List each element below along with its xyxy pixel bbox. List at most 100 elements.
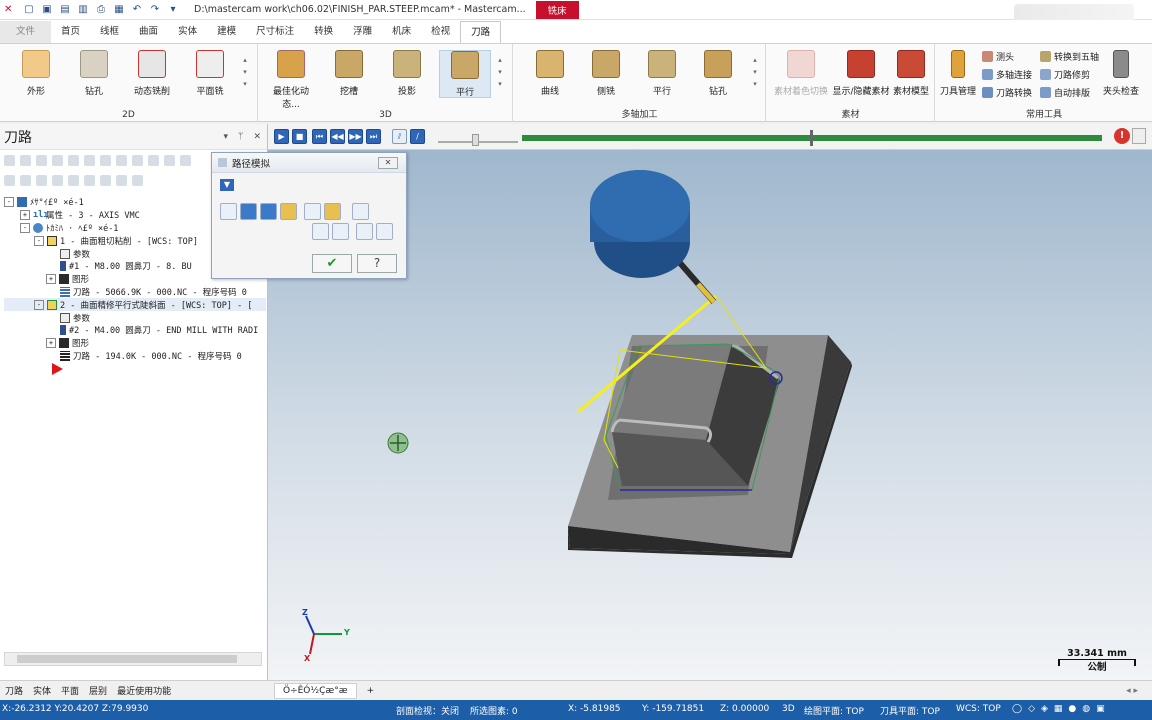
- post-icon[interactable]: [148, 154, 159, 166]
- stock-shading-button[interactable]: 素材着色切换: [771, 50, 831, 97]
- wcs-status[interactable]: WCS: TOP: [956, 704, 1001, 714]
- panel-menu-icon[interactable]: ▾: [224, 132, 229, 142]
- select-failed-icon[interactable]: [36, 154, 47, 166]
- print-icon[interactable]: ⎙: [94, 3, 108, 17]
- pocket-button[interactable]: 挖槽: [323, 50, 375, 97]
- tab-wireframe[interactable]: 线框: [90, 21, 129, 43]
- tab-levels-manager[interactable]: 层别: [84, 684, 112, 697]
- trace-mode-button[interactable]: ⫽: [392, 129, 407, 144]
- dialog-help-button[interactable]: ?: [357, 254, 397, 273]
- trim-toolpath-button[interactable]: 刀路修剪: [1040, 68, 1090, 81]
- display-mode-icons[interactable]: ◯◇◈▦●◍▣: [1012, 704, 1111, 714]
- face-mill-button[interactable]: 平面铣: [184, 50, 236, 97]
- holder-check-button[interactable]: 夹头检查: [1096, 50, 1146, 97]
- multiaxis-parallel-button[interactable]: 平行: [636, 50, 688, 97]
- project-button[interactable]: 投影: [381, 50, 433, 97]
- tree-row-toolpath-2[interactable]: 刀路 - 194.0K - 000.NC - 程序号码 0: [4, 350, 266, 363]
- tree-row-parameters-2[interactable]: 参数: [4, 311, 266, 324]
- tree-row-geometry-2[interactable]: + 图形: [4, 337, 266, 350]
- dialog-close-button[interactable]: ✕: [378, 156, 398, 169]
- select-all-icon[interactable]: [4, 154, 15, 166]
- swarf-button[interactable]: 侧铣: [580, 50, 632, 97]
- save-as-geometry-icon[interactable]: [376, 223, 393, 240]
- dialog-ok-button[interactable]: ✔: [312, 254, 352, 273]
- tree-row-toolpath-1[interactable]: 刀路 - 5066.9K - 000.NC - 程序号码 0: [4, 286, 266, 299]
- save-as-icon[interactable]: ▥: [76, 3, 90, 17]
- show-holder-icon[interactable]: [260, 203, 277, 220]
- stock-display-button[interactable]: 显示/隐藏素材: [831, 50, 891, 97]
- stop-condition-icon[interactable]: !: [1114, 128, 1130, 144]
- move-up-icon[interactable]: [68, 174, 79, 186]
- viewsheet-tab[interactable]: Ö÷ÊÓ½Çæ°æ: [274, 682, 357, 699]
- options-button[interactable]: [1132, 128, 1146, 144]
- speed-slider-knob[interactable]: [472, 134, 479, 146]
- toolpath-transform-button[interactable]: 刀路转换: [982, 86, 1032, 99]
- single-display-icon[interactable]: [116, 174, 127, 186]
- play-button[interactable]: ▶: [274, 129, 289, 144]
- parallel-button[interactable]: 平行: [439, 50, 491, 98]
- display-all-icon[interactable]: [332, 223, 349, 240]
- gallery-scroll-multi[interactable]: ▴ ▾ ▾: [750, 54, 760, 90]
- tab-toolpaths-manager[interactable]: 刀路: [0, 684, 28, 697]
- undo-icon[interactable]: ↶: [130, 3, 144, 17]
- tab-planes-manager[interactable]: 平面: [56, 684, 84, 697]
- open-folder-icon[interactable]: ▤: [58, 3, 72, 17]
- multiaxis-drill-button[interactable]: 钻孔: [692, 50, 744, 97]
- verify-icon[interactable]: [132, 154, 143, 166]
- tool-plane-status[interactable]: 刀具平面: TOP: [880, 704, 940, 717]
- scrollbar-thumb[interactable]: [17, 655, 237, 663]
- optirough-button[interactable]: 最佳化动态...: [265, 50, 317, 110]
- tab-surfaces[interactable]: 曲面: [129, 21, 168, 43]
- dynamic-mill-button[interactable]: 动态铣削: [126, 50, 178, 97]
- tab-toolpaths[interactable]: 刀路: [460, 21, 502, 43]
- probe-button[interactable]: 测头: [982, 50, 1014, 63]
- tab-machine[interactable]: 机床: [382, 21, 421, 43]
- tab-drafting[interactable]: 尺寸标注: [246, 21, 304, 43]
- y-coordinate-field[interactable]: Y: -159.71851: [642, 704, 704, 714]
- g1-icon[interactable]: [100, 154, 111, 166]
- info-icon[interactable]: [352, 203, 369, 220]
- z-coordinate-field[interactable]: Z: 0.00000: [720, 704, 769, 714]
- tab-solids-manager[interactable]: 实体: [28, 684, 56, 697]
- progress-position-marker[interactable]: [810, 130, 813, 146]
- multiaxis-link-button[interactable]: 多轴连接: [982, 68, 1032, 81]
- run-mode-button[interactable]: /: [410, 129, 425, 144]
- regenerate-dirty-icon[interactable]: [84, 154, 95, 166]
- forward-end-button[interactable]: ⏭: [366, 129, 381, 144]
- tree-row-tool-2[interactable]: #2 - M4.00 圆鼻刀 - END MILL WITH RADI: [4, 324, 266, 337]
- lock-icon[interactable]: [4, 174, 15, 186]
- viewsheet-scroll-icons[interactable]: ◂ ▸: [1126, 686, 1138, 696]
- convert-to-5axis-button[interactable]: 转换到五轴: [1040, 50, 1099, 63]
- regenerate-icon[interactable]: [68, 154, 79, 166]
- add-viewsheet-icon[interactable]: +: [367, 686, 375, 696]
- show-color-icon[interactable]: [220, 203, 237, 220]
- deselect-icon[interactable]: [20, 154, 31, 166]
- tree-horizontal-scrollbar[interactable]: [4, 652, 262, 666]
- nesting-button[interactable]: 自动排版: [1040, 86, 1090, 99]
- new-file-icon[interactable]: ▢: [22, 3, 36, 17]
- redo-icon[interactable]: ↷: [148, 3, 162, 17]
- pin-icon[interactable]: ᛘ: [238, 132, 243, 142]
- configure-icon[interactable]: [312, 223, 329, 240]
- tree-row-insert-arrow[interactable]: [4, 362, 266, 375]
- tab-recent-functions[interactable]: 最近使用功能: [112, 684, 176, 697]
- tree-row-operation-2[interactable]: -2 - 曲面精修平行式陡斜面 - [WCS: TOP] - [: [4, 298, 266, 312]
- toggle-display-icon[interactable]: [20, 174, 31, 186]
- tab-model-prep[interactable]: 建模: [207, 21, 246, 43]
- gallery-scroll-3d[interactable]: ▴ ▾ ▾: [495, 54, 505, 90]
- delete-icon[interactable]: [180, 154, 191, 166]
- save-icon[interactable]: ▣: [40, 3, 54, 17]
- mode-3d-toggle[interactable]: 3D: [782, 704, 795, 714]
- highfeed-icon[interactable]: [164, 154, 175, 166]
- quick-verify-icon[interactable]: [324, 203, 341, 220]
- tab-transform[interactable]: 转换: [304, 21, 343, 43]
- curve-button[interactable]: 曲线: [524, 50, 576, 97]
- select-dirty-icon[interactable]: [52, 154, 63, 166]
- rewind-start-button[interactable]: ⏮: [312, 129, 327, 144]
- customize-icon[interactable]: ▾: [166, 3, 180, 17]
- show-rapid-icon[interactable]: [280, 203, 297, 220]
- context-tab-mill[interactable]: 铣床: [535, 0, 579, 19]
- toggle-post-icon[interactable]: [36, 174, 47, 186]
- tool-manager-button[interactable]: 刀具管理: [936, 50, 980, 97]
- move-down-icon[interactable]: [52, 174, 63, 186]
